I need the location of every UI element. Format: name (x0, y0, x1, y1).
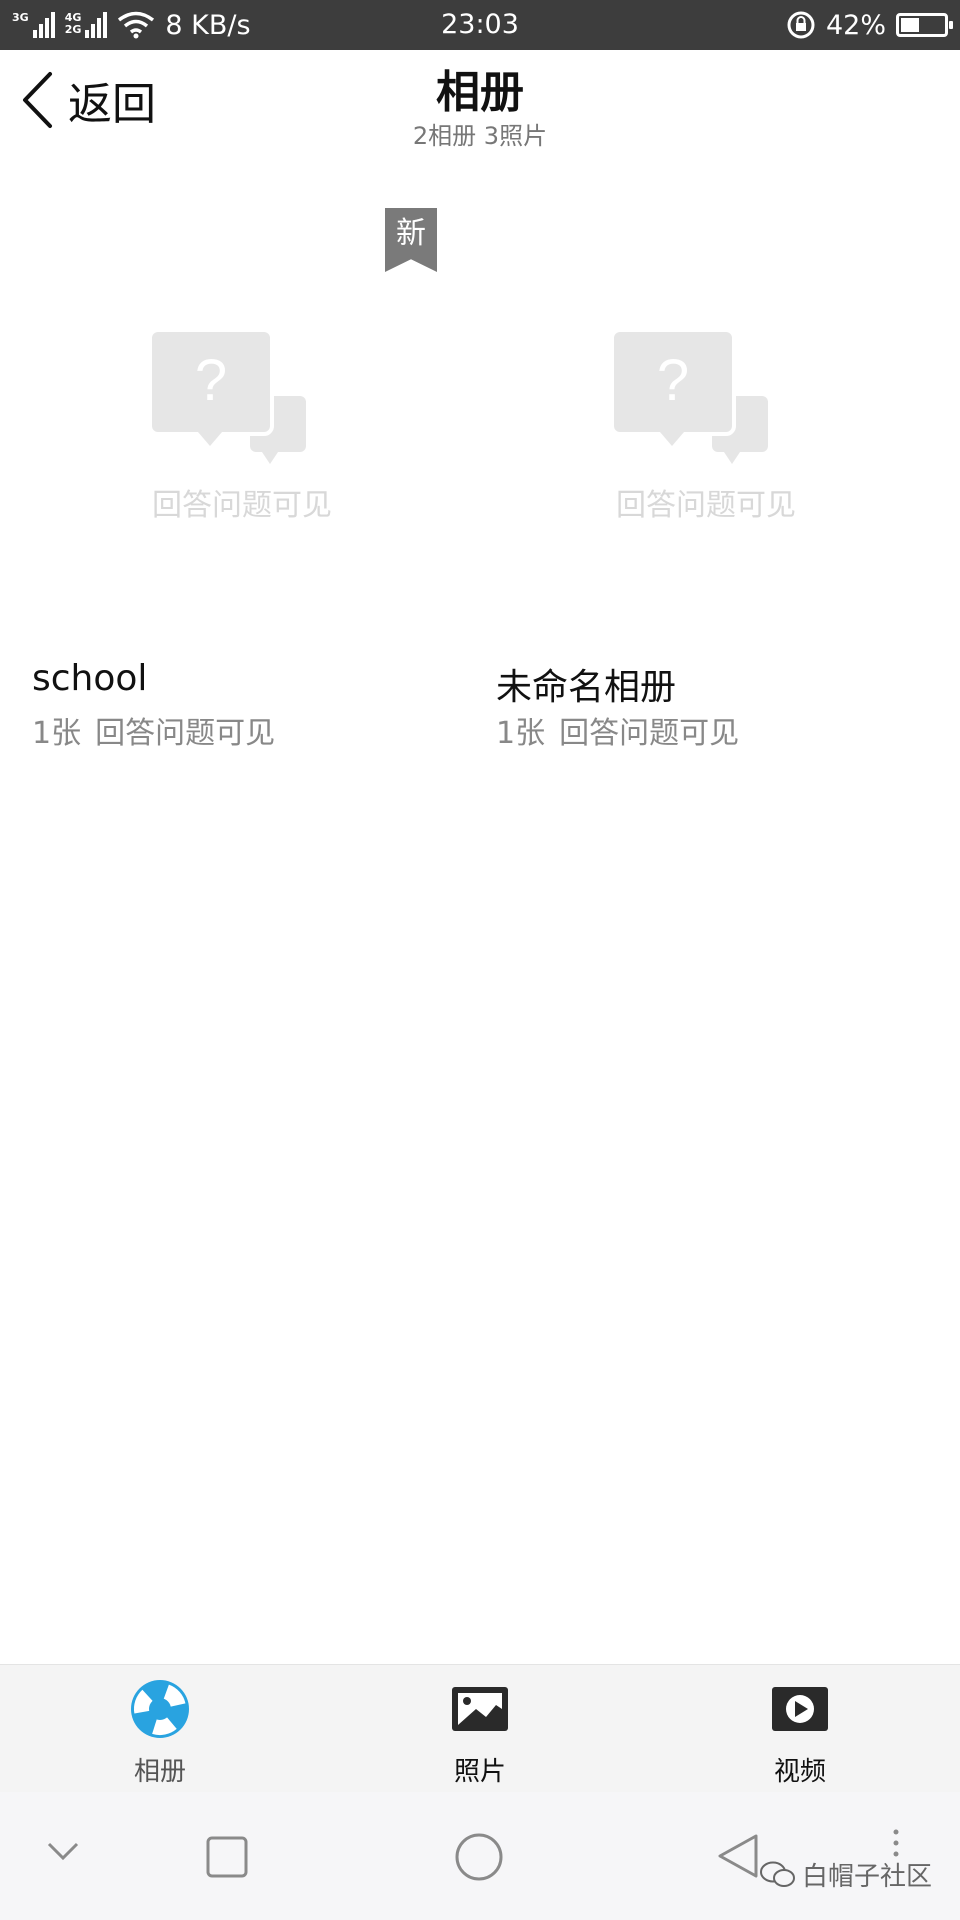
header: 返回 相册 2相册 3照片 (0, 50, 960, 160)
battery-percent: 42% (825, 9, 886, 41)
tab-photos[interactable]: 照片 (380, 1665, 580, 1793)
tab-label: 视频 (773, 1757, 826, 1787)
watermark: 白帽子社区 (759, 1856, 932, 1893)
video-icon (772, 1687, 828, 1731)
back-triangle-icon[interactable] (716, 1832, 760, 1880)
photo-icon (452, 1687, 508, 1731)
album-note: 回答问题可见 (95, 716, 276, 751)
album-count: 1张 (32, 716, 82, 751)
svg-text:?: ? (195, 348, 227, 413)
page-title: 相册 (436, 67, 524, 118)
tab-videos[interactable]: 视频 (700, 1665, 900, 1793)
battery-icon (896, 13, 953, 37)
more-dots-icon[interactable] (892, 1828, 900, 1858)
album-meta: 1张 回答问题可见 (32, 708, 275, 752)
recents-square-icon[interactable] (206, 1836, 248, 1878)
album-meta: 1张 回答问题可见 (496, 708, 739, 752)
album-card-school[interactable]: ? 回答问题可见 school 1张 回答问题可见 (0, 300, 400, 760)
tab-label: 相册 (133, 1757, 186, 1787)
status-bar: 3G 4G 2G 8 KB/s 23:03 42% (0, 0, 960, 50)
placeholder-text: 回答问题可见 (616, 488, 796, 523)
rotation-lock-icon (787, 11, 815, 39)
new-badge: 新 (385, 208, 437, 272)
watermark-text: 白帽子社区 (801, 1862, 932, 1892)
status-right: 42% (786, 0, 953, 50)
album-name: school (32, 658, 148, 699)
svg-text:?: ? (657, 348, 689, 413)
bottom-tab-bar: 相册 照片 视频 (0, 1664, 960, 1792)
tab-label: 照片 (453, 1757, 506, 1787)
page-subtitle: 2相册 3照片 (412, 122, 548, 150)
album-card-unnamed[interactable]: ? 回答问题可见 未命名相册 1张 回答问题可见 (464, 300, 864, 760)
wechat-icon (759, 1861, 795, 1887)
albums-icon (131, 1680, 189, 1738)
home-circle-icon[interactable] (454, 1832, 504, 1882)
album-count: 1张 (496, 716, 546, 751)
album-name: 未命名相册 (496, 667, 677, 708)
album-note: 回答问题可见 (559, 716, 740, 751)
locked-question-icon: ? (150, 330, 306, 464)
tab-albums[interactable]: 相册 (60, 1665, 260, 1793)
locked-question-icon: ? (612, 330, 768, 464)
collapse-chevron-icon[interactable] (46, 1840, 80, 1862)
